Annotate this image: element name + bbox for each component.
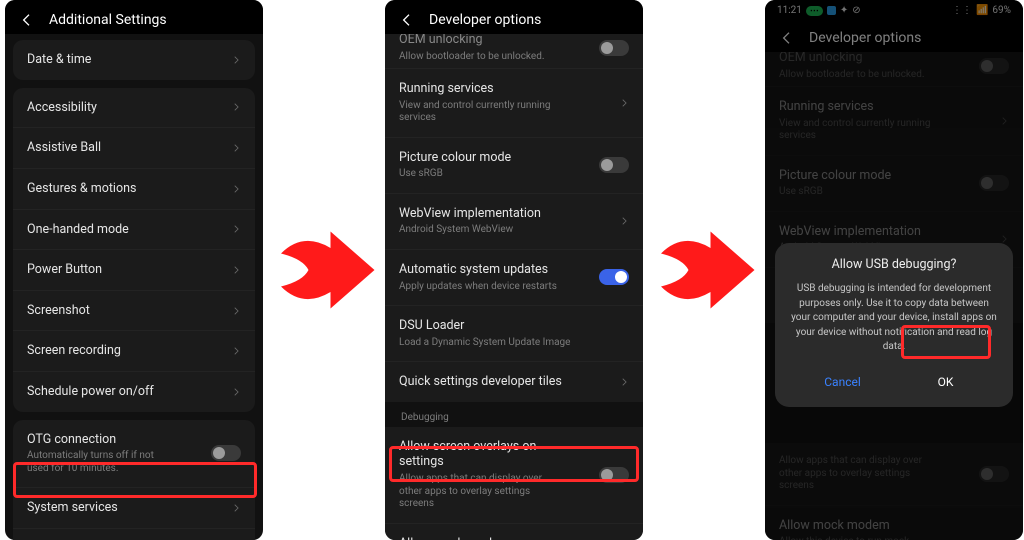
- group-debugging: Allow screen overlays on settingsAllow a…: [385, 427, 643, 540]
- chevron-right-icon: [231, 102, 241, 112]
- row-dsu-loader[interactable]: DSU LoaderLoad a Dynamic System Update I…: [385, 305, 643, 361]
- chevron-right-icon: [231, 503, 241, 513]
- row-webview[interactable]: WebView implementationAndroid System Web…: [385, 193, 643, 249]
- group-system: OTG connectionAutomatically turns off if…: [13, 420, 255, 540]
- group-datetime: Date & time: [13, 40, 255, 80]
- row-gestures[interactable]: Gestures & motions: [13, 168, 255, 209]
- oem-unlocking-toggle[interactable]: [599, 40, 629, 56]
- row-developer-options[interactable]: Developer options: [13, 528, 255, 540]
- row-screen-overlays[interactable]: Allow screen overlays on settingsAllow a…: [385, 427, 643, 523]
- chevron-right-icon: [231, 224, 241, 234]
- row-running-services[interactable]: Running servicesView and control current…: [385, 68, 643, 137]
- step-arrow-icon: [650, 215, 760, 325]
- row-mock-modem[interactable]: Allow mock modemAllow this device to run…: [385, 523, 643, 540]
- auto-updates-toggle[interactable]: [599, 269, 629, 285]
- row-one-handed[interactable]: One-handed mode: [13, 209, 255, 250]
- chevron-right-icon: [231, 306, 241, 316]
- chevron-right-icon: [619, 98, 629, 108]
- dialog-title: Allow USB debugging?: [791, 257, 997, 272]
- usb-debugging-dialog: Allow USB debugging? USB debugging is in…: [775, 243, 1013, 407]
- row-date-time[interactable]: Date & time: [13, 40, 255, 80]
- row-screen-recording[interactable]: Screen recording: [13, 330, 255, 371]
- group-accessibility: Accessibility Assistive Ball Gestures & …: [13, 88, 255, 412]
- row-picture-colour[interactable]: Picture colour modeUse sRGB: [385, 137, 643, 193]
- row-schedule-power[interactable]: Schedule power on/off: [13, 371, 255, 412]
- row-power-button[interactable]: Power Button: [13, 249, 255, 290]
- row-quick-tiles[interactable]: Quick settings developer tiles: [385, 361, 643, 402]
- picture-colour-toggle[interactable]: [599, 157, 629, 173]
- page-title: Additional Settings: [49, 12, 167, 28]
- step-arrow-icon: [270, 215, 380, 325]
- chevron-right-icon: [231, 387, 241, 397]
- back-icon[interactable]: [399, 12, 415, 28]
- back-icon[interactable]: [19, 12, 35, 28]
- row-system-services[interactable]: System services: [13, 487, 255, 528]
- section-debugging: Debugging: [385, 402, 643, 427]
- ok-button[interactable]: OK: [894, 365, 997, 399]
- chevron-right-icon: [231, 143, 241, 153]
- chevron-right-icon: [619, 377, 629, 387]
- chevron-right-icon: [231, 55, 241, 65]
- screen-overlays-toggle[interactable]: [599, 467, 629, 483]
- chevron-right-icon: [231, 265, 241, 275]
- cancel-button[interactable]: Cancel: [791, 365, 894, 399]
- chevron-right-icon: [231, 184, 241, 194]
- chevron-right-icon: [619, 216, 629, 226]
- row-auto-updates[interactable]: Automatic system updatesApply updates wh…: [385, 249, 643, 305]
- row-oem-unlocking[interactable]: OEM unlockingAllow bootloader to be unlo…: [385, 34, 643, 68]
- otg-toggle[interactable]: [211, 445, 241, 461]
- row-accessibility[interactable]: Accessibility: [13, 88, 255, 128]
- chevron-right-icon: [231, 346, 241, 356]
- dialog-message: USB debugging is intended for developmen…: [791, 282, 997, 355]
- row-screenshot[interactable]: Screenshot: [13, 290, 255, 331]
- row-otg[interactable]: OTG connectionAutomatically turns off if…: [13, 420, 255, 488]
- row-assistive-ball[interactable]: Assistive Ball: [13, 127, 255, 168]
- page-title: Developer options: [429, 12, 541, 28]
